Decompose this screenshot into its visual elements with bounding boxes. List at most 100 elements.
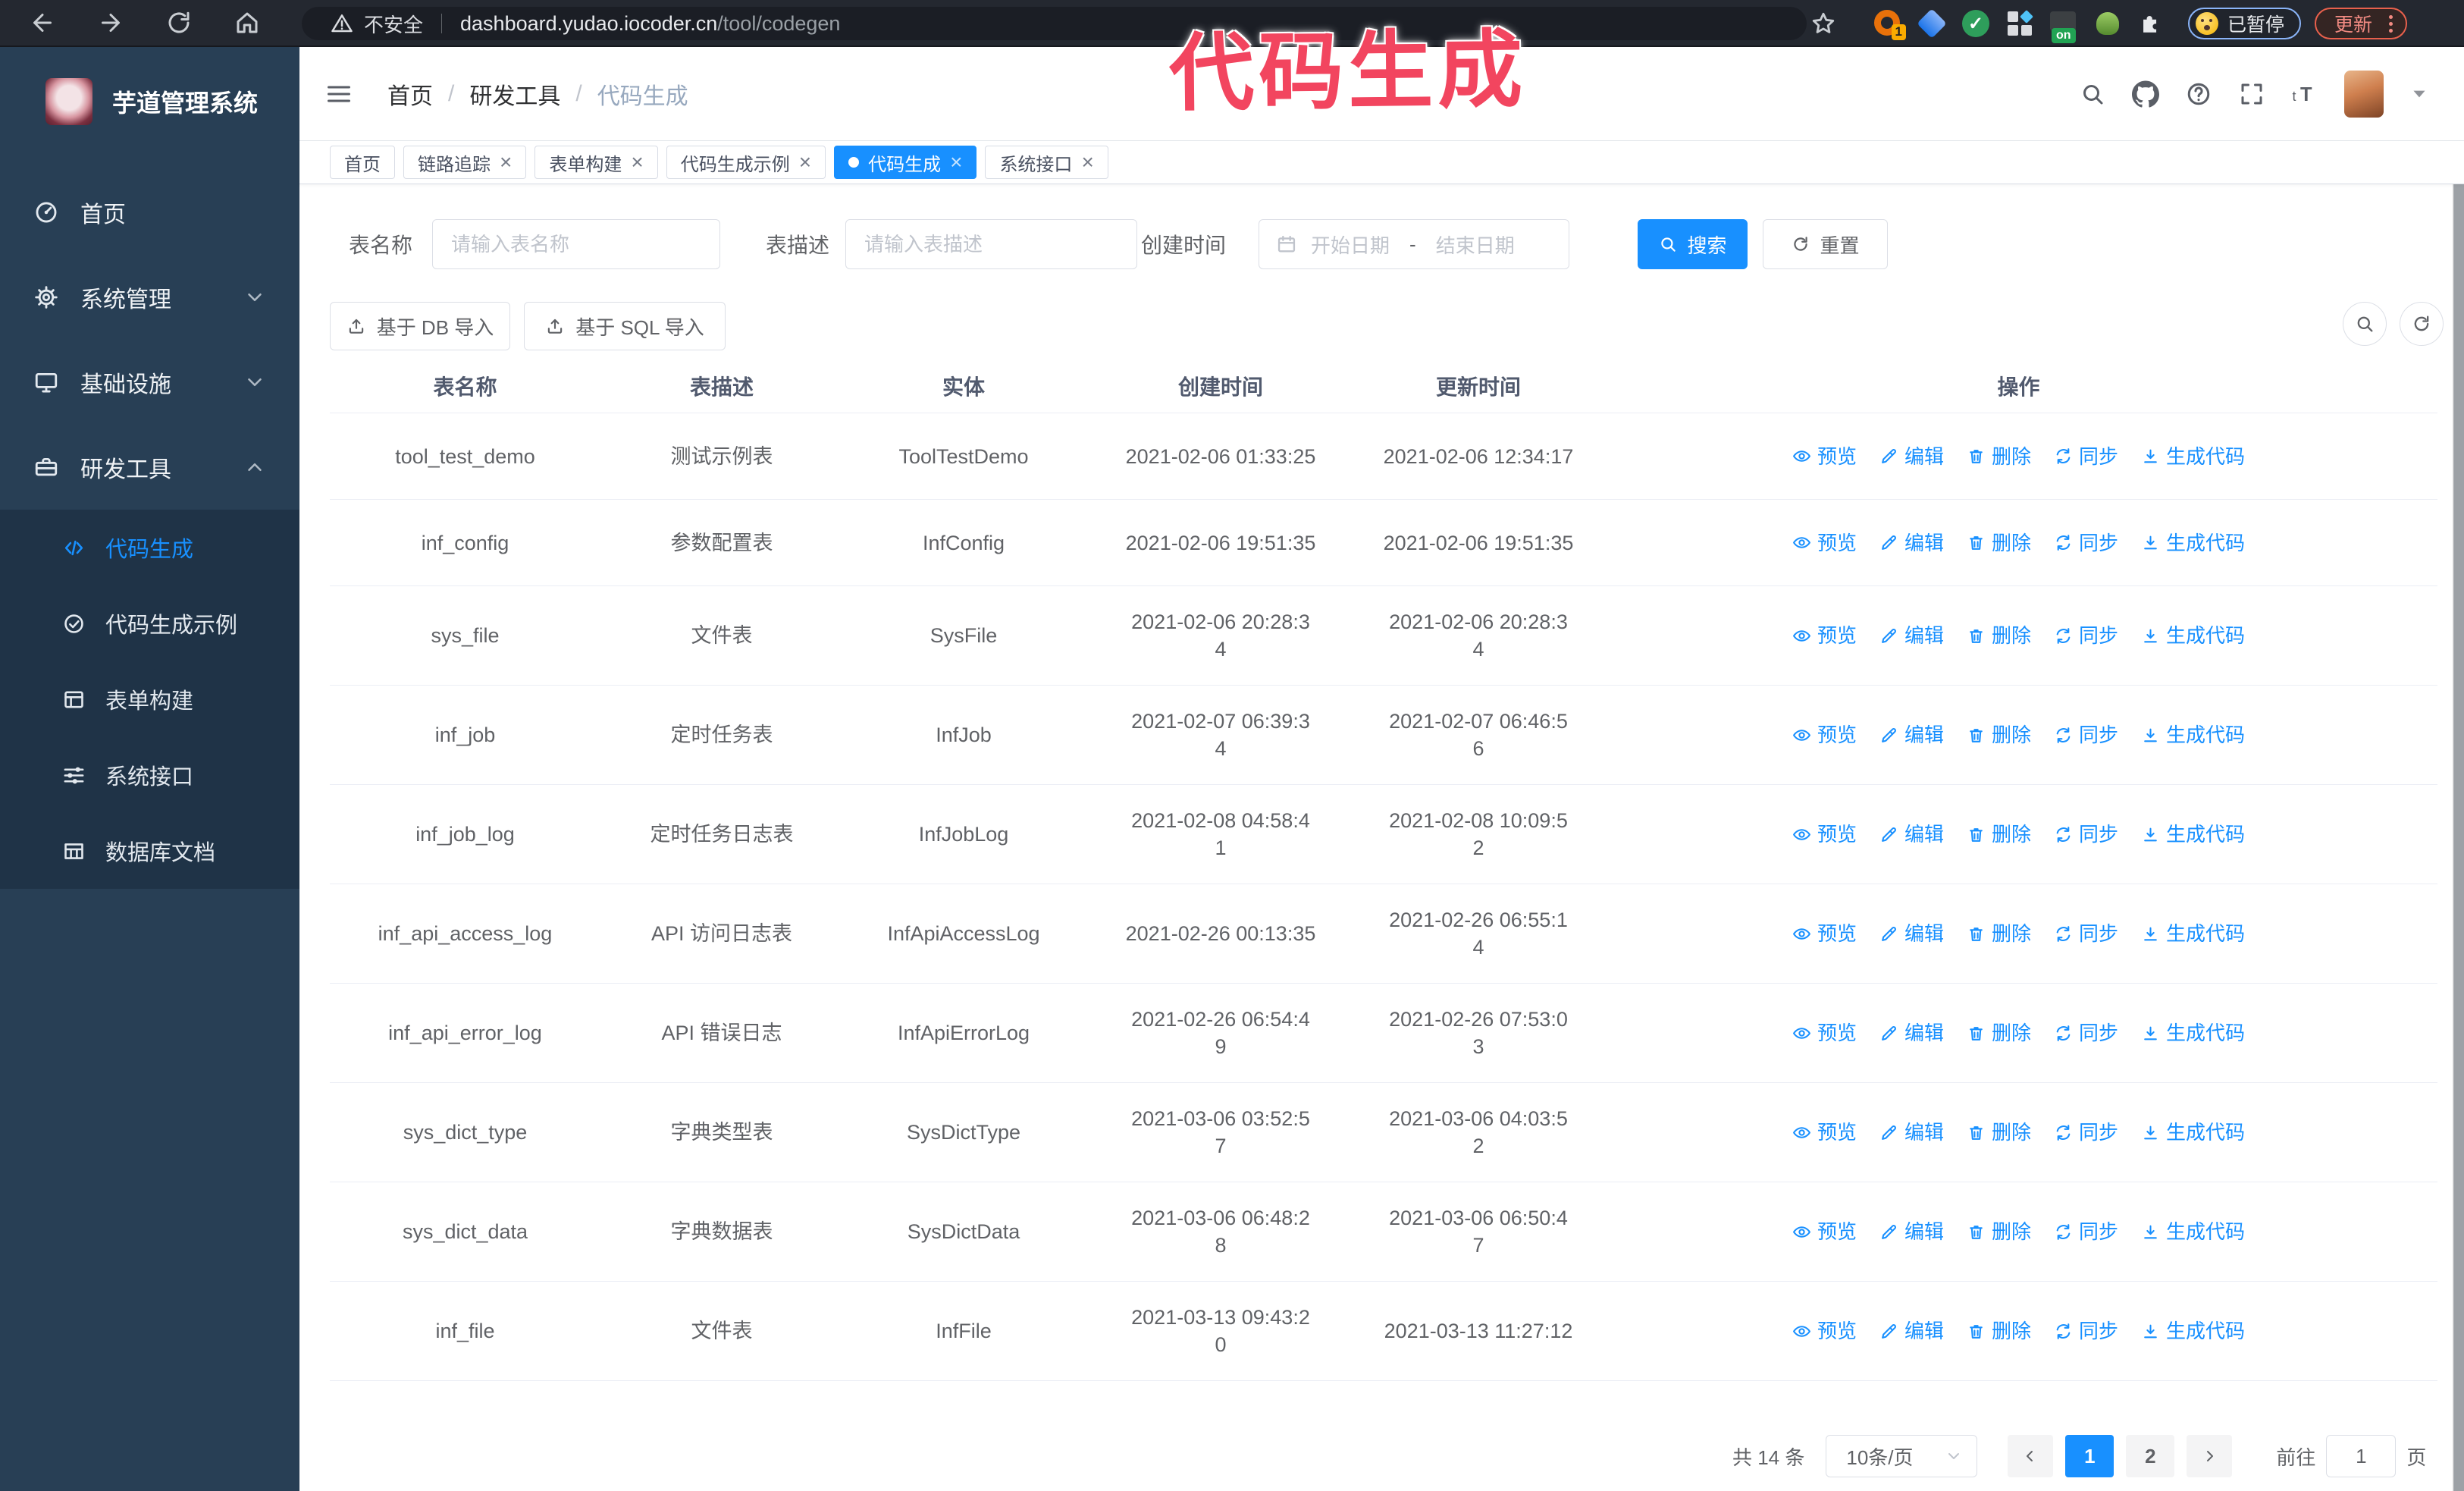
preview-link[interactable]: 预览 [1792, 1218, 1857, 1245]
close-icon[interactable]: × [799, 152, 811, 173]
preview-link[interactable]: 预览 [1792, 821, 1857, 848]
delete-link[interactable]: 删除 [1967, 1019, 2031, 1047]
import-sql-button[interactable]: 基于 SQL 导入 [524, 302, 726, 350]
extension-switch-icon[interactable]: on [2050, 10, 2077, 43]
fullscreen-icon[interactable] [2238, 80, 2265, 108]
reload-icon[interactable] [165, 9, 193, 36]
preview-link[interactable]: 预览 [1792, 443, 1857, 470]
edit-link[interactable]: 编辑 [1879, 1019, 1944, 1047]
import-db-button[interactable]: 基于 DB 导入 [330, 302, 510, 350]
sync-link[interactable]: 同步 [2054, 1317, 2118, 1345]
sidebar-item-system-api[interactable]: 系统接口 [0, 737, 299, 813]
extension-green-figure-icon[interactable] [2094, 10, 2121, 37]
edit-link[interactable]: 编辑 [1879, 721, 1944, 749]
sync-link[interactable]: 同步 [2054, 721, 2118, 749]
next-page-button[interactable] [2187, 1435, 2233, 1477]
generate-code-link[interactable]: 生成代码 [2141, 529, 2245, 557]
extension-grid-icon[interactable] [2006, 10, 2033, 37]
font-size-icon[interactable] [2291, 80, 2318, 108]
create-time-range-picker[interactable]: 开始日期 - 结束日期 [1259, 219, 1569, 269]
sync-link[interactable]: 同步 [2054, 443, 2118, 470]
tab-form-builder[interactable]: 表单构建 × [534, 146, 658, 179]
sidebar-item-devtools[interactable]: 研发工具 [0, 425, 299, 510]
browser-update-button[interactable]: 更新 [2315, 8, 2408, 39]
scrollbar-thumb[interactable] [2453, 135, 2464, 1491]
edit-link[interactable]: 编辑 [1879, 529, 1944, 557]
generate-code-link[interactable]: 生成代码 [2141, 821, 2245, 848]
generate-code-link[interactable]: 生成代码 [2141, 1218, 2245, 1245]
sync-link[interactable]: 同步 [2054, 1019, 2118, 1047]
prev-page-button[interactable] [2008, 1435, 2054, 1477]
delete-link[interactable]: 删除 [1967, 1119, 2031, 1146]
sidebar-item-db-doc[interactable]: 数据库文档 [0, 813, 299, 889]
sidebar-fold-icon[interactable] [322, 80, 356, 108]
edit-link[interactable]: 编辑 [1879, 1317, 1944, 1345]
sync-link[interactable]: 同步 [2054, 1218, 2118, 1245]
tab-codegen[interactable]: 代码生成 × [834, 146, 977, 179]
sync-link[interactable]: 同步 [2054, 1119, 2118, 1146]
page-button-2[interactable]: 2 [2126, 1435, 2175, 1477]
github-icon[interactable] [2132, 80, 2159, 108]
tab-home[interactable]: 首页 [330, 146, 395, 179]
toggle-search-button[interactable] [2343, 302, 2387, 346]
sidebar-item-codegen[interactable]: 代码生成 [0, 510, 299, 585]
user-caret-down-icon[interactable] [2409, 84, 2429, 104]
delete-link[interactable]: 删除 [1967, 622, 2031, 649]
edit-link[interactable]: 编辑 [1879, 622, 1944, 649]
close-icon[interactable]: × [950, 152, 962, 173]
delete-link[interactable]: 删除 [1967, 1218, 2031, 1245]
delete-link[interactable]: 删除 [1967, 529, 2031, 557]
generate-code-link[interactable]: 生成代码 [2141, 1019, 2245, 1047]
refresh-table-button[interactable] [2400, 302, 2444, 346]
close-icon[interactable]: × [631, 152, 643, 173]
delete-link[interactable]: 删除 [1967, 443, 2031, 470]
sidebar-item-codegen-demo[interactable]: 代码生成示例 [0, 585, 299, 661]
browser-menu-icon[interactable] [2389, 14, 2393, 33]
generate-code-link[interactable]: 生成代码 [2141, 721, 2245, 749]
table-desc-input[interactable] [845, 219, 1137, 269]
generate-code-link[interactable]: 生成代码 [2141, 920, 2245, 947]
edit-link[interactable]: 编辑 [1879, 443, 1944, 470]
delete-link[interactable]: 删除 [1967, 1317, 2031, 1345]
preview-link[interactable]: 预览 [1792, 1317, 1857, 1345]
delete-link[interactable]: 删除 [1967, 920, 2031, 947]
user-avatar[interactable] [2344, 71, 2384, 118]
sidebar-item-system[interactable]: 系统管理 [0, 255, 299, 340]
preview-link[interactable]: 预览 [1792, 622, 1857, 649]
edit-link[interactable]: 编辑 [1879, 1119, 1944, 1146]
forward-icon[interactable] [97, 9, 124, 36]
search-button[interactable]: 搜索 [1638, 219, 1748, 269]
tab-codegen-demo[interactable]: 代码生成示例 × [666, 146, 826, 179]
preview-link[interactable]: 预览 [1792, 1019, 1857, 1047]
search-icon[interactable] [2079, 80, 2106, 108]
edit-link[interactable]: 编辑 [1879, 920, 1944, 947]
sync-link[interactable]: 同步 [2054, 821, 2118, 848]
breadcrumb-devtools[interactable]: 研发工具 [469, 77, 560, 111]
preview-link[interactable]: 预览 [1792, 529, 1857, 557]
close-icon[interactable]: × [500, 152, 512, 173]
help-icon[interactable] [2185, 80, 2212, 108]
sidebar-item-home[interactable]: 首页 [0, 170, 299, 255]
delete-link[interactable]: 删除 [1967, 721, 2031, 749]
bookmark-star-icon[interactable] [1810, 11, 1836, 36]
goto-page-input[interactable] [2326, 1435, 2397, 1477]
home-icon[interactable] [234, 9, 261, 36]
generate-code-link[interactable]: 生成代码 [2141, 443, 2245, 470]
preview-link[interactable]: 预览 [1792, 1119, 1857, 1146]
sidebar-item-infra[interactable]: 基础设施 [0, 340, 299, 425]
extension-gem-icon[interactable] [1917, 8, 1947, 39]
app-logo-row[interactable]: 芋道管理系统 [0, 47, 299, 140]
tab-tracing[interactable]: 链路追踪 × [403, 146, 527, 179]
address-bar[interactable]: 不安全 dashboard.yudao.iocoder.cn/tool/code… [302, 7, 1807, 40]
preview-link[interactable]: 预览 [1792, 920, 1857, 947]
reset-button[interactable]: 重置 [1763, 219, 1888, 269]
sidebar-item-form-builder[interactable]: 表单构建 [0, 661, 299, 737]
preview-link[interactable]: 预览 [1792, 721, 1857, 749]
back-icon[interactable] [29, 9, 56, 36]
generate-code-link[interactable]: 生成代码 [2141, 1317, 2245, 1345]
profile-paused-chip[interactable]: 已暂停 [2188, 8, 2302, 39]
tab-system-api[interactable]: 系统接口 × [985, 146, 1108, 179]
extension-check-icon[interactable]: ✓ [1962, 10, 1989, 37]
sync-link[interactable]: 同步 [2054, 529, 2118, 557]
table-name-input[interactable] [432, 219, 720, 269]
